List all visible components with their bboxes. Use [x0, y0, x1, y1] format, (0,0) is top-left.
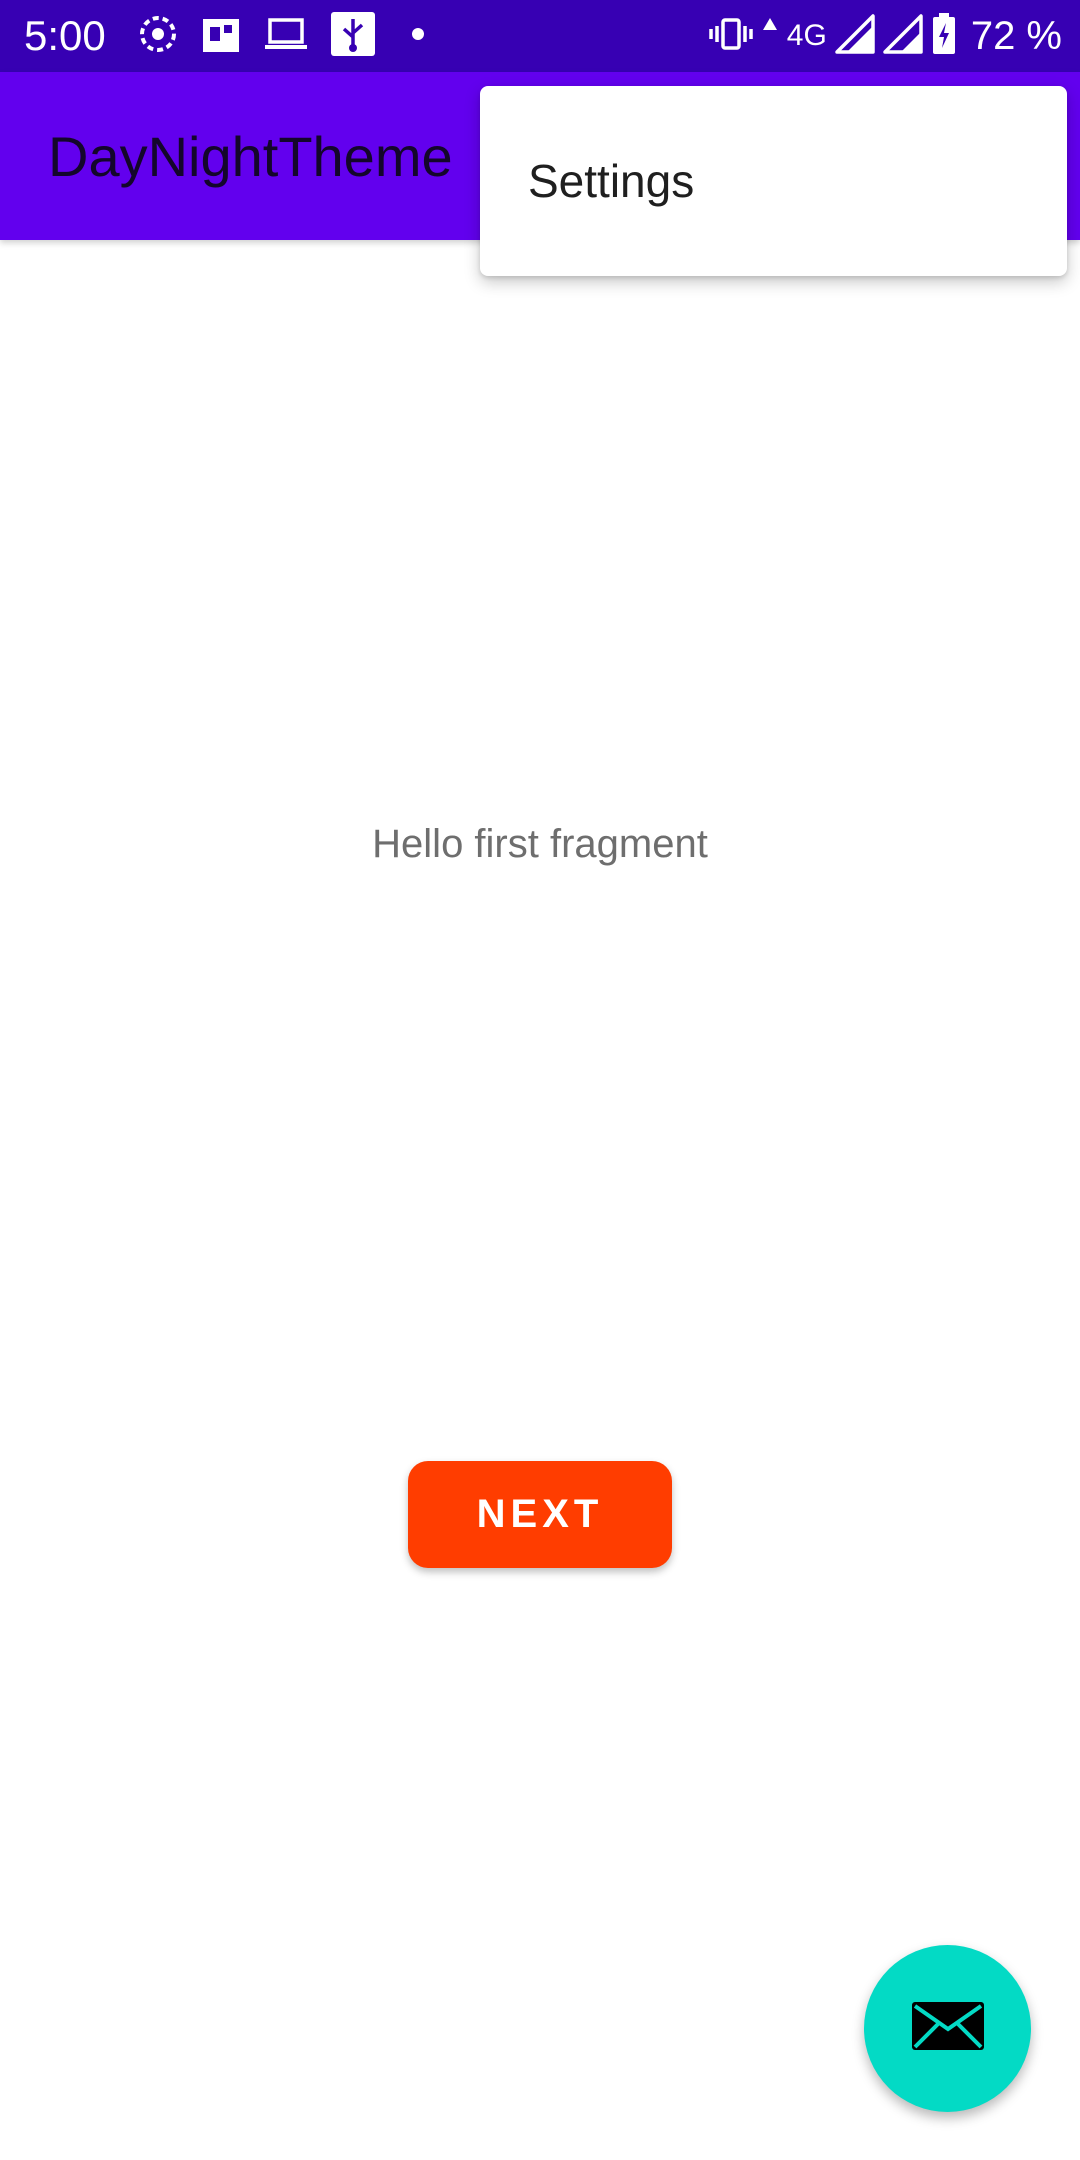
battery-charging-icon	[931, 12, 957, 61]
signal-icon	[835, 13, 875, 59]
network-type: 4G	[786, 19, 827, 52]
data-arrow-icon	[761, 14, 779, 59]
system-icons: 4G 72 %	[709, 10, 1062, 62]
app-title: DayNightTheme	[48, 125, 453, 188]
screen: 5:00 4G 72 % DayNightTheme Settings Hell…	[0, 0, 1080, 2160]
usb-icon	[330, 11, 376, 62]
status-bar: 5:00 4G 72 %	[0, 0, 1080, 72]
vibrate-icon	[709, 14, 753, 59]
overflow-menu: Settings	[480, 86, 1067, 276]
mail-icon	[910, 2000, 986, 2057]
laptop-icon	[264, 14, 308, 59]
notification-icons	[138, 11, 438, 62]
pinwheel-icon	[138, 14, 178, 59]
next-button[interactable]: NEXT	[408, 1461, 672, 1568]
fab-mail-button[interactable]	[864, 1945, 1031, 2112]
hello-text: Hello first fragment	[372, 822, 708, 866]
battery-percent: 72 %	[970, 14, 1062, 58]
bag-icon	[200, 13, 242, 60]
status-time: 5:00	[24, 12, 106, 59]
dot-icon	[398, 14, 438, 59]
menu-item-settings[interactable]: Settings	[480, 86, 1067, 276]
signal-icon-secondary	[883, 13, 923, 59]
